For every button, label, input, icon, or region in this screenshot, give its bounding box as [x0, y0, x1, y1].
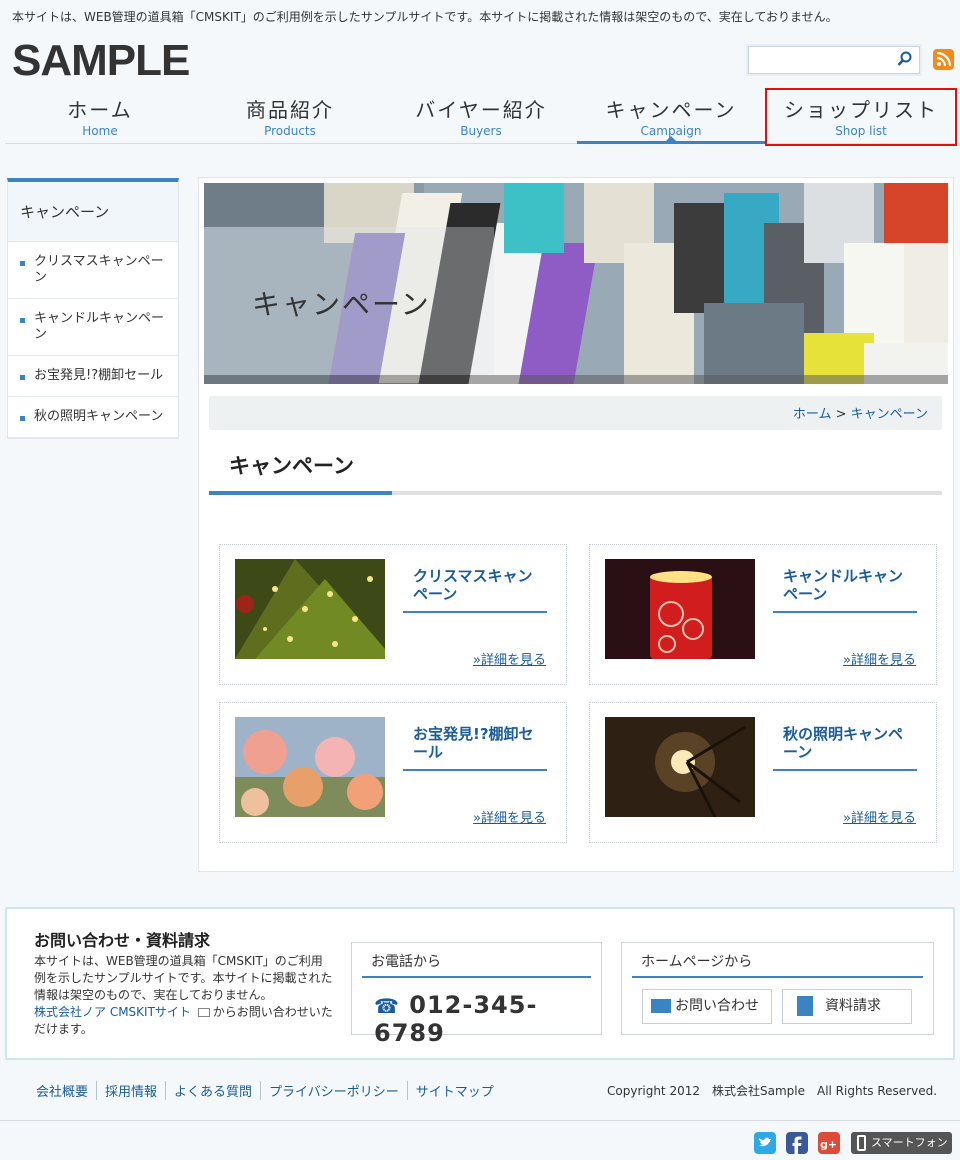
homepage-box-title: ホームページから: [632, 949, 923, 978]
phone-box: お電話から ☎ 012-345-6789: [351, 942, 602, 1047]
nav-products-label: 商品紹介: [246, 98, 334, 122]
footer-link-recruit[interactable]: 採用情報: [96, 1081, 165, 1100]
sidebar-item-christmas[interactable]: クリスマスキャンペーン: [8, 242, 178, 299]
campaign-card-sale[interactable]: お宝発見!?棚卸セール »詳細を見る: [219, 702, 567, 843]
flowers-thumbnail[interactable]: [235, 717, 385, 817]
nav-buyers-sublabel: Buyers: [460, 124, 502, 138]
footer-divider: [0, 1120, 960, 1121]
sidebar-item-label: キャンドルキャンペーン: [34, 311, 165, 342]
search-input[interactable]: [753, 48, 893, 72]
site-logo[interactable]: SAMPLE: [12, 36, 190, 86]
inquiry-button-label: お問い合わせ: [675, 998, 759, 1014]
inquiry-button[interactable]: お問い合わせ: [642, 989, 772, 1024]
phone-number: ☎ 012-345-6789: [374, 991, 601, 1047]
christmas-tree-thumbnail[interactable]: [235, 559, 385, 659]
nav-shop-list[interactable]: ショップリスト Shop list: [765, 88, 957, 146]
footer-link-sitemap[interactable]: サイトマップ: [406, 1081, 502, 1100]
details-link[interactable]: »詳細を見る: [473, 649, 546, 668]
candle-thumbnail[interactable]: [605, 559, 755, 659]
nav-home[interactable]: ホーム Home: [5, 90, 195, 144]
sidebar-item-label: お宝発見!?棚卸セール: [34, 368, 164, 383]
lamp-thumbnail[interactable]: [605, 717, 755, 817]
sidebar-item-label: クリスマスキャンペーン: [34, 254, 164, 285]
nav-campaign[interactable]: キャンペーン Campaign: [577, 90, 765, 144]
footer-link-privacy[interactable]: プライバシーポリシー: [260, 1081, 407, 1100]
nav-campaign-label: キャンペーン: [605, 98, 737, 122]
nav-home-sublabel: Home: [82, 124, 118, 138]
active-caret-icon: [666, 136, 676, 141]
document-request-button[interactable]: 資料請求: [782, 989, 912, 1024]
nav-buyers[interactable]: バイヤー紹介 Buyers: [385, 90, 577, 144]
breadcrumb-separator: >: [835, 407, 847, 422]
footer-link-faq[interactable]: よくある質問: [165, 1081, 260, 1100]
sidebar-item-label: 秋の照明キャンペーン: [34, 409, 164, 424]
nav-products-sublabel: Products: [264, 124, 316, 138]
cmskit-site-link[interactable]: 株式会社ノア CMSKITサイト: [34, 1005, 191, 1019]
smartphone-label: スマートフォン: [871, 1136, 948, 1149]
google-plus-icon[interactable]: g+: [818, 1132, 840, 1154]
site-notice: 本サイトは、WEB管理の道具箱「CMSKIT」のご利用例を示したサンプルサイトで…: [12, 10, 838, 24]
mail-icon: [651, 999, 671, 1013]
bullet-icon: [20, 318, 25, 323]
bullet-icon: [20, 261, 25, 266]
rss-icon[interactable]: [933, 49, 954, 70]
hero-title: キャンペーン: [252, 288, 431, 321]
external-window-icon: [197, 1008, 210, 1017]
contact-title: お問い合わせ・資料請求: [34, 931, 211, 950]
page-title: キャンペーン: [229, 454, 354, 478]
svg-text:g+: g+: [820, 1138, 837, 1151]
details-link[interactable]: »詳細を見る: [843, 649, 916, 668]
sidebar-title[interactable]: キャンペーン: [8, 182, 178, 242]
search-box: [748, 46, 920, 74]
search-icon[interactable]: [897, 51, 913, 67]
footer-link-company[interactable]: 会社概要: [30, 1081, 96, 1100]
sidebar-item-sale[interactable]: お宝発見!?棚卸セール: [8, 356, 178, 397]
page-title-underline: [209, 491, 942, 495]
facebook-icon[interactable]: [786, 1132, 808, 1154]
phone-box-title: お電話から: [362, 949, 591, 978]
main-content: キャンペーン ホーム > キャンペーン キャンペーン クリスマスキャンペーン »…: [198, 177, 954, 872]
document-request-button-label: 資料請求: [825, 998, 881, 1014]
details-link[interactable]: »詳細を見る: [473, 807, 546, 826]
contact-description: 本サイトは、WEB管理の道具箱「CMSKIT」のご利用例を示したサンプルサイトで…: [34, 953, 334, 1038]
details-link[interactable]: »詳細を見る: [843, 807, 916, 826]
campaign-card-christmas[interactable]: クリスマスキャンペーン »詳細を見る: [219, 544, 567, 685]
book-icon: [797, 996, 813, 1016]
smartphone-icon: [857, 1135, 866, 1151]
nav-shop-list-label: ショップリスト: [784, 98, 938, 122]
bullet-icon: [20, 375, 25, 380]
breadcrumb: ホーム > キャンペーン: [209, 396, 942, 430]
footer-links: 会社概要 採用情報 よくある質問 プライバシーポリシー サイトマップ: [30, 1081, 502, 1100]
sidebar-item-candle[interactable]: キャンドルキャンペーン: [8, 299, 178, 356]
phone-icon: ☎: [374, 994, 400, 1018]
contact-description-text: 本サイトは、WEB管理の道具箱「CMSKIT」のご利用例を示したサンプルサイトで…: [34, 954, 333, 1002]
nav-shop-list-sublabel: Shop list: [835, 124, 887, 138]
smartphone-button[interactable]: スマートフォン: [851, 1132, 952, 1154]
campaign-card-candle[interactable]: キャンドルキャンペーン »詳細を見る: [589, 544, 937, 685]
nav-home-label: ホーム: [67, 98, 133, 122]
bullet-icon: [20, 416, 25, 421]
card-title[interactable]: 秋の照明キャンペーン: [773, 725, 917, 771]
hero-image: キャンペーン: [204, 183, 948, 384]
twitter-icon[interactable]: [754, 1132, 776, 1154]
breadcrumb-current[interactable]: キャンペーン: [851, 407, 928, 422]
main-nav: ホーム Home 商品紹介 Products バイヤー紹介 Buyers キャン…: [5, 88, 957, 146]
nav-buyers-label: バイヤー紹介: [415, 98, 547, 122]
campaign-card-lighting[interactable]: 秋の照明キャンペーン »詳細を見る: [589, 702, 937, 843]
copyright: Copyright 2012 株式会社Sample All Rights Res…: [607, 1084, 938, 1098]
card-title[interactable]: お宝発見!?棚卸セール: [403, 725, 547, 771]
nav-products[interactable]: 商品紹介 Products: [195, 90, 385, 144]
homepage-box: ホームページから お問い合わせ 資料請求: [621, 942, 934, 1035]
sidebar: キャンペーン クリスマスキャンペーン キャンドルキャンペーン お宝発見!?棚卸セ…: [7, 178, 179, 439]
contact-section: お問い合わせ・資料請求 本サイトは、WEB管理の道具箱「CMSKIT」のご利用例…: [5, 907, 955, 1060]
sidebar-item-lighting[interactable]: 秋の照明キャンペーン: [8, 397, 178, 438]
breadcrumb-home-link[interactable]: ホーム: [793, 407, 832, 422]
card-title[interactable]: キャンドルキャンペーン: [773, 567, 917, 613]
card-title[interactable]: クリスマスキャンペーン: [403, 567, 547, 613]
